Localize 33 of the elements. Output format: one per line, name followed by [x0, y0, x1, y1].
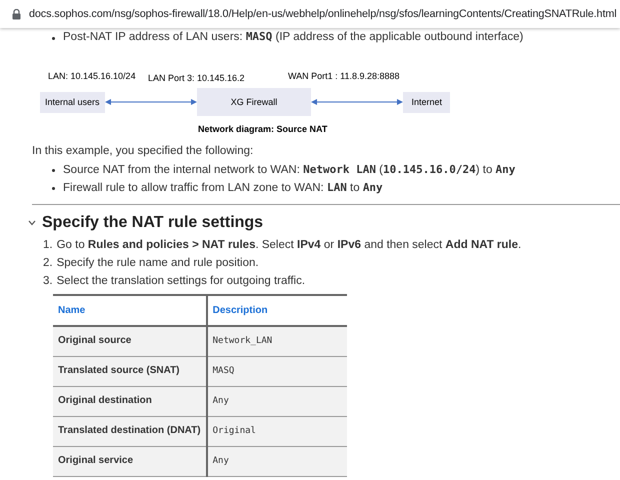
table-cell: MASQ	[206, 356, 347, 386]
url-text: docs.sophos.com/nsg/sophos-firewall/18.0/Help/en-us/webhelp/onlinehelp/nsg/sfos/learningContents/CreatingSNATRule.html	[29, 6, 617, 22]
diagram-node: Internal users	[40, 92, 105, 112]
step-number: 1.	[43, 238, 53, 253]
table-cell: Any	[206, 386, 347, 416]
diagram-node: Internet	[403, 92, 450, 112]
step-text: Specify the rule name and rule position.	[56, 256, 259, 271]
table-cell: Translated destination (DNAT)	[53, 416, 207, 446]
step-text: Select the translation settings for outgoing traffic.	[56, 274, 306, 289]
table-cell: Original service	[53, 446, 207, 476]
bullet-text: Source NAT from the internal network to WAN: Network LAN (10.145.16.0/24) to Any	[63, 162, 516, 178]
address-bar[interactable]: docs.sophos.com/nsg/sophos-firewall/18.0/Help/en-us/webhelp/onlinehelp/nsg/sfos/learningContents/CreatingSNATRule.html	[0, 0, 620, 28]
table-cell: Any	[206, 446, 347, 476]
table-cell: Network_LAN	[206, 326, 347, 356]
chevron-icon[interactable]	[28, 220, 36, 226]
step-number: 2.	[43, 256, 53, 271]
diagram-caption: Network diagram: Source NAT	[198, 124, 328, 135]
table-cell: Original destination	[53, 386, 207, 416]
step-text: Go to Rules and policies > NAT rules. Select IPv4 or IPv6 and then select Add NAT rule.	[56, 238, 522, 253]
intro-text: In this example, you specified the following:	[32, 144, 254, 159]
diagram-label: LAN Port 3: 10.145.16.2	[148, 73, 246, 84]
diagram-label: WAN Port1 : 11.8.9.28:8888	[288, 71, 400, 83]
lock-icon	[12, 8, 21, 20]
table-cell: Original source	[53, 326, 207, 356]
diagram-label: LAN: 10.145.16.10/24	[48, 71, 137, 83]
bullet-text: Firewall rule to allow traffic from LAN zone to WAN: LAN to Any	[63, 180, 383, 196]
section-heading: Specify the NAT rule settings	[42, 213, 264, 233]
table-cell: Original	[206, 416, 347, 446]
column-header: Description	[206, 295, 347, 326]
diagram-node: XG Firewall	[196, 88, 312, 116]
bullet-text: Post-NAT IP address of LAN users: MASQ (IP address of the applicable outbound interface)	[63, 30, 524, 44]
step-number: 3.	[43, 274, 53, 289]
table-cell: Translated source (SNAT)	[53, 356, 207, 386]
